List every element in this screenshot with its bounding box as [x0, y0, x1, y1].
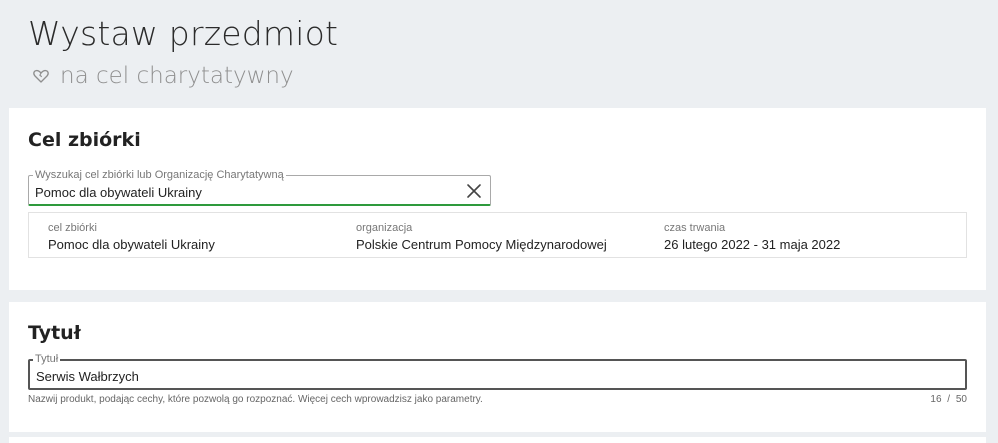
goal-section: Cel zbiórki Wyszukaj cel zbiórki lub Org…	[9, 108, 986, 290]
close-icon	[466, 184, 482, 202]
summary-duration-value: 26 lutego 2022 - 31 maja 2022	[664, 237, 841, 252]
page-subtitle-text: na cel charytatywny	[60, 63, 294, 89]
title-input[interactable]	[30, 361, 965, 388]
title-hint: Nazwij produkt, podając cechy, które poz…	[28, 394, 483, 405]
page-subtitle: na cel charytatywny	[32, 62, 338, 90]
summary-org-value: Polskie Centrum Pomocy Międzynarodowej	[356, 237, 607, 252]
page-header: Wystaw przedmiot na cel charytatywny	[28, 12, 338, 90]
next-section	[9, 437, 986, 443]
title-section: Tytuł Tytuł Nazwij produkt, podając cech…	[9, 302, 986, 432]
summary-goal-value: Pomoc dla obywateli Ukrainy	[48, 237, 215, 252]
summary-goal-label: cel zbiórki	[48, 222, 97, 234]
page-title: Wystaw przedmiot	[28, 14, 339, 53]
title-char-counter: 16 / 50	[930, 394, 967, 405]
goal-summary: cel zbiórki Pomoc dla obywateli Ukrainy …	[28, 212, 967, 258]
title-section-heading: Tytuł	[28, 322, 81, 344]
goal-section-heading: Cel zbiórki	[28, 129, 141, 151]
title-field: Tytuł	[28, 353, 967, 390]
heart-icon	[32, 67, 50, 85]
summary-duration-label: czas trwania	[664, 222, 726, 234]
goal-search-field: Wyszukaj cel zbiórki lub Organizację Cha…	[28, 169, 491, 206]
goal-search-input[interactable]	[29, 176, 490, 204]
clear-search-button[interactable]	[466, 183, 482, 199]
summary-org-label: organizacja	[356, 222, 413, 234]
summary-duration: czas trwania 26 lutego 2022 - 31 maja 20…	[664, 222, 840, 253]
summary-organization: organizacja Polskie Centrum Pomocy Międz…	[356, 222, 607, 253]
summary-goal: cel zbiórki Pomoc dla obywateli Ukrainy	[48, 222, 215, 253]
